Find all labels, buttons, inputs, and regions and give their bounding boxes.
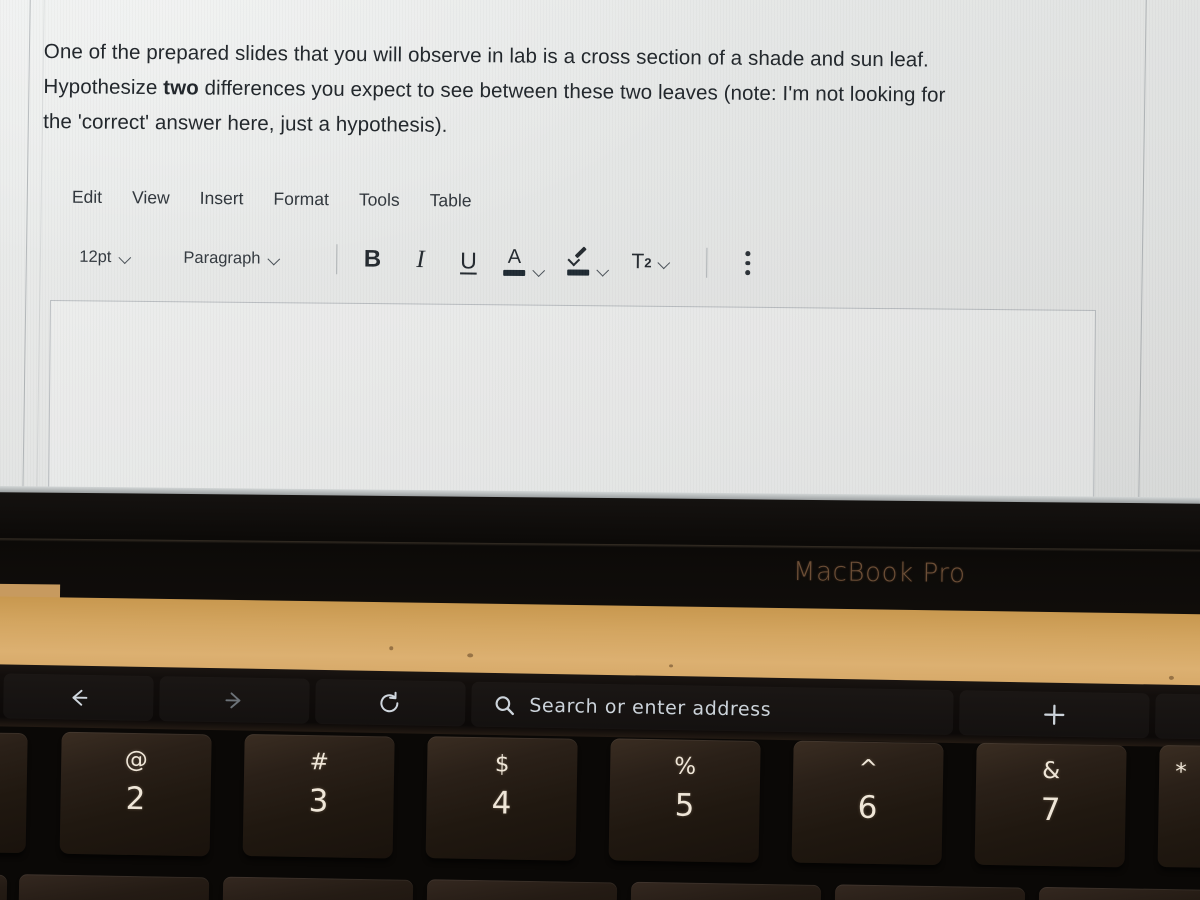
- font-size-dropdown[interactable]: 12pt: [79, 247, 131, 266]
- text-color-icon: A: [503, 245, 526, 276]
- key-row2-partial[interactable]: [426, 879, 618, 900]
- touchbar-back-button[interactable]: [3, 673, 154, 721]
- text-color-swatch: [503, 269, 526, 276]
- key-1-partial[interactable]: [0, 730, 28, 854]
- key-8-partial[interactable]: *: [1157, 744, 1200, 870]
- deck-speck: [669, 664, 674, 668]
- question-prompt: One of the prepared slides that you will…: [43, 34, 1109, 149]
- toolbar-divider: [706, 247, 708, 278]
- chevron-down-icon[interactable]: [534, 265, 545, 276]
- rich-text-editor: Edit View Insert Format Tools Table 12pt…: [0, 186, 1200, 278]
- prompt-line-2-part-a: Hypothesize: [43, 74, 164, 100]
- key-glyph-bottom: 3: [308, 783, 329, 820]
- arrow-left-icon: [65, 686, 91, 708]
- superscript-button[interactable]: T2: [631, 250, 670, 274]
- key-glyph-bottom: 2: [125, 780, 146, 818]
- touchbar-right-filler: [1155, 694, 1200, 740]
- touchbar-reload-button[interactable]: [315, 679, 466, 727]
- key-glyph-bottom: 7: [1040, 791, 1061, 829]
- key-5[interactable]: % 5: [608, 738, 761, 863]
- deck-speck: [389, 646, 394, 651]
- key-glyph-bottom: [1159, 793, 1200, 796]
- kebab-dot: [745, 260, 751, 266]
- key-glyph-top: &: [1042, 757, 1061, 785]
- paragraph-style-dropdown[interactable]: Paragraph: [183, 248, 280, 268]
- photo-of-laptop-screen: One of the prepared slides that you will…: [0, 0, 1200, 900]
- key-row2-partial[interactable]: [222, 876, 414, 900]
- toolbar-divider: [336, 244, 338, 275]
- editor-menubar: Edit View Insert Format Tools Table: [72, 187, 472, 212]
- highlight-color-button[interactable]: [567, 247, 609, 276]
- chevron-down-icon[interactable]: [598, 265, 609, 276]
- menu-item-format[interactable]: Format: [273, 189, 329, 211]
- prompt-emphasis-two: two: [163, 76, 199, 100]
- touchbar-forward-button[interactable]: [159, 676, 310, 724]
- key-glyph-top: $: [494, 751, 510, 778]
- touchbar-address-placeholder: Search or enter address: [529, 694, 772, 721]
- key-3[interactable]: # 3: [242, 733, 395, 859]
- font-size-value: 12pt: [79, 247, 112, 266]
- key-2[interactable]: @ 2: [59, 731, 212, 857]
- key-glyph-top: *: [1174, 759, 1187, 786]
- chevron-down-icon: [269, 253, 280, 264]
- key-glyph-top: #: [309, 749, 330, 776]
- more-options-button[interactable]: [745, 251, 751, 275]
- menu-item-tools[interactable]: Tools: [359, 189, 400, 210]
- chevron-down-icon: [120, 252, 131, 263]
- key-glyph-bottom: 5: [674, 787, 695, 824]
- reload-icon: [377, 690, 403, 714]
- key-7[interactable]: & 7: [974, 742, 1127, 868]
- highlight-color-swatch: [567, 269, 590, 276]
- window-divider-left: [21, 0, 31, 504]
- key-glyph-bottom: 4: [491, 785, 512, 822]
- key-row2-partial[interactable]: [630, 881, 822, 900]
- highlighter-icon: [567, 247, 590, 276]
- plus-icon: [1040, 700, 1068, 728]
- superscript-exponent: 2: [644, 254, 652, 270]
- key-row2-partial[interactable]: [0, 872, 8, 900]
- window-divider-right: [1137, 0, 1147, 504]
- menu-item-insert[interactable]: Insert: [200, 188, 244, 209]
- key-row2-partial[interactable]: [834, 884, 1026, 900]
- kebab-dot: [745, 251, 751, 256]
- deck-speck: [1168, 675, 1174, 680]
- editor-toolbar: 12pt Paragraph B I U A T 2: [79, 241, 751, 279]
- key-glyph-top: ^: [858, 755, 879, 783]
- kebab-dot: [745, 270, 750, 275]
- key-glyph-top: [0, 745, 27, 747]
- deck-speck: [467, 653, 474, 658]
- superscript-base: T: [631, 250, 645, 274]
- bold-button[interactable]: B: [359, 243, 385, 275]
- key-6[interactable]: ^ 6: [791, 740, 944, 866]
- underline-button[interactable]: U: [455, 244, 481, 276]
- menu-item-edit[interactable]: Edit: [72, 187, 102, 208]
- key-row2-partial[interactable]: [1038, 886, 1200, 900]
- italic-button[interactable]: I: [407, 244, 433, 276]
- keyboard: @ 2 # 3 $ 4 % 5 ^ 6 & 7 *: [0, 716, 1200, 900]
- prompt-line-2-part-b: differences you expect to see between th…: [198, 76, 946, 107]
- key-glyph-top: @: [124, 746, 148, 774]
- answer-textarea[interactable]: [48, 300, 1096, 504]
- key-glyph-bottom: 6: [857, 789, 878, 827]
- menu-item-table[interactable]: Table: [430, 190, 472, 211]
- key-glyph-bottom: [0, 779, 27, 781]
- arrow-right-icon: [221, 689, 247, 711]
- paragraph-style-value: Paragraph: [183, 248, 261, 268]
- text-color-button[interactable]: A: [503, 245, 545, 276]
- laptop-screen: One of the prepared slides that you will…: [0, 0, 1200, 504]
- chevron-down-icon[interactable]: [659, 257, 670, 268]
- pen-glyph: [567, 247, 589, 266]
- text-color-glyph: A: [507, 245, 522, 268]
- search-icon: [493, 693, 515, 715]
- key-row2-partial[interactable]: [18, 874, 210, 900]
- menu-item-view[interactable]: View: [132, 187, 170, 208]
- key-glyph-top: %: [674, 753, 697, 780]
- macbook-pro-brand-label: MacBook Pro: [792, 556, 966, 590]
- key-4[interactable]: $ 4: [425, 736, 578, 861]
- touchbar-new-tab-button[interactable]: [959, 690, 1150, 738]
